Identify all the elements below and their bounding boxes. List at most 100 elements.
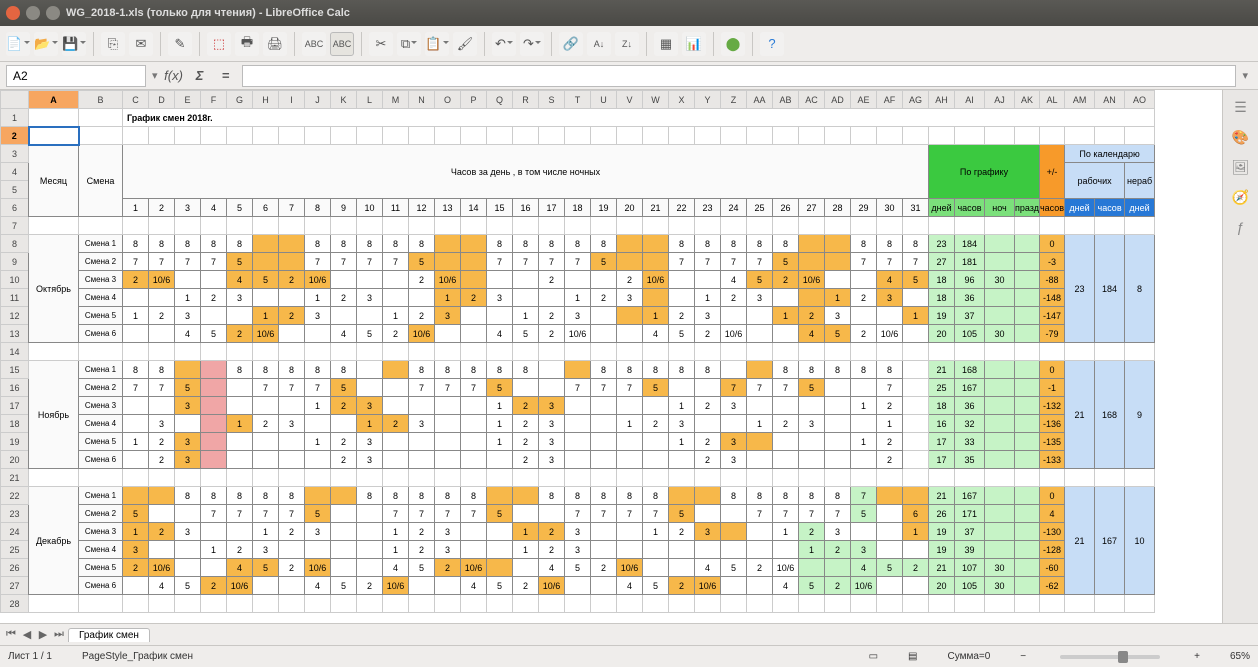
status-zoom: 65%	[1230, 651, 1250, 662]
sidebar-properties-icon[interactable]: ☰	[1230, 96, 1252, 118]
col-header[interactable]: U	[591, 91, 617, 109]
email-button[interactable]: ✉	[129, 32, 153, 56]
cell-reference-input[interactable]	[6, 65, 146, 87]
col-header[interactable]: F	[201, 91, 227, 109]
col-header[interactable]: AN	[1095, 91, 1125, 109]
insert-mode-icon[interactable]: ▭	[869, 651, 878, 662]
print-preview-button[interactable]: 🖶	[235, 32, 259, 56]
new-doc-button[interactable]: 📄	[6, 32, 30, 56]
tab-last-icon[interactable]: ⏭	[52, 628, 66, 641]
col-header[interactable]: A	[29, 91, 79, 109]
sidebar-gallery-icon[interactable]: 🖼	[1230, 156, 1252, 178]
window-close-icon[interactable]	[6, 6, 20, 20]
cell-reference-dropdown[interactable]: ▾	[152, 69, 158, 82]
zoom-in-icon[interactable]: +	[1194, 651, 1200, 662]
tab-next-icon[interactable]: ▶	[36, 628, 50, 641]
sidebar: ☰ 🎨 🖼 🧭 ƒ	[1222, 90, 1258, 623]
cut-button[interactable]: ✂	[369, 32, 393, 56]
col-header[interactable]: Q	[487, 91, 513, 109]
col-header[interactable]: AK	[1015, 91, 1040, 109]
zoom-slider[interactable]	[1060, 655, 1160, 659]
chart-button[interactable]: 📊	[682, 32, 706, 56]
zoom-out-icon[interactable]: −	[1020, 651, 1026, 662]
open-button[interactable]: 📂	[34, 32, 58, 56]
col-header[interactable]: T	[565, 91, 591, 109]
main-toolbar: 📄 📂 💾 ⎘ ✉ ✎ ⬚ 🖶 🖨 ABC ABC ✂ ⧉ 📋 🖌 ↶ ↷ 🔗 …	[0, 26, 1258, 62]
formula-input[interactable]	[242, 65, 1237, 87]
window-title: WG_2018-1.xls (только для чтения) - Libr…	[66, 7, 350, 19]
help-button[interactable]: ?	[760, 32, 784, 56]
function-wizard-icon[interactable]: f(x)	[164, 66, 184, 86]
sum-icon[interactable]: Σ	[190, 66, 210, 86]
col-header[interactable]: AJ	[985, 91, 1015, 109]
col-header[interactable]: AA	[747, 91, 773, 109]
col-header[interactable]: AG	[903, 91, 929, 109]
col-header[interactable]: S	[539, 91, 565, 109]
col-header[interactable]: K	[331, 91, 357, 109]
spellcheck-button[interactable]: ABC	[302, 32, 326, 56]
window-minimize-icon[interactable]	[26, 6, 40, 20]
col-header[interactable]: L	[357, 91, 383, 109]
col-header[interactable]: O	[435, 91, 461, 109]
tab-first-icon[interactable]: ⏮	[4, 628, 18, 641]
col-header[interactable]: AI	[955, 91, 985, 109]
col-header[interactable]: AD	[825, 91, 851, 109]
col-header[interactable]: I	[279, 91, 305, 109]
window-titlebar: WG_2018-1.xls (только для чтения) - Libr…	[0, 0, 1258, 26]
col-header[interactable]: AF	[877, 91, 903, 109]
col-header[interactable]: AC	[799, 91, 825, 109]
paste-button[interactable]: 📋	[425, 32, 449, 56]
col-header[interactable]: C	[123, 91, 149, 109]
col-header[interactable]: Z	[721, 91, 747, 109]
col-header[interactable]: X	[669, 91, 695, 109]
format-paint-button[interactable]: 🖌	[453, 32, 477, 56]
sort-asc-button[interactable]: A↓	[587, 32, 611, 56]
selection-mode-icon[interactable]: ▤	[908, 651, 917, 662]
copy-button[interactable]: ⧉	[397, 32, 421, 56]
sidebar-functions-icon[interactable]: ƒ	[1230, 216, 1252, 238]
col-header[interactable]: Y	[695, 91, 721, 109]
col-header[interactable]: R	[513, 91, 539, 109]
sort-desc-button[interactable]: Z↓	[615, 32, 639, 56]
col-header[interactable]: V	[617, 91, 643, 109]
col-header[interactable]: W	[643, 91, 669, 109]
function-icon[interactable]: =	[216, 66, 236, 86]
pdf-button[interactable]: ⬚	[207, 32, 231, 56]
redo-button[interactable]: ↷	[520, 32, 544, 56]
export-pdf-button[interactable]: ⎘	[101, 32, 125, 56]
sheet-tabs: ⏮ ◀ ▶ ⏭ График смен	[0, 623, 1258, 645]
spreadsheet-area[interactable]: ABCDEFGHIJKLMNOPQRSTUVWXYZAAABACADAEAFAG…	[0, 90, 1222, 623]
undo-button[interactable]: ↶	[492, 32, 516, 56]
col-header[interactable]: AM	[1065, 91, 1095, 109]
col-header[interactable]: AB	[773, 91, 799, 109]
edit-mode-button[interactable]: ✎	[168, 32, 192, 56]
window-maximize-icon[interactable]	[46, 6, 60, 20]
print-button[interactable]: 🖨	[263, 32, 287, 56]
col-header[interactable]: M	[383, 91, 409, 109]
col-header[interactable]: AL	[1039, 91, 1064, 109]
col-header[interactable]: AO	[1125, 91, 1155, 109]
formula-bar: ▾ f(x) Σ = ▾	[0, 62, 1258, 90]
col-header[interactable]: D	[149, 91, 175, 109]
auto-spell-button[interactable]: ABC	[330, 32, 354, 56]
hyperlink-button[interactable]: 🔗	[559, 32, 583, 56]
col-header[interactable]: P	[461, 91, 487, 109]
col-header[interactable]: AE	[851, 91, 877, 109]
autofilter-button[interactable]: ▦	[654, 32, 678, 56]
status-sheet: Лист 1 / 1	[8, 651, 52, 662]
col-header[interactable]: AH	[929, 91, 955, 109]
sheet-tab-active[interactable]: График смен	[68, 628, 150, 642]
tab-prev-icon[interactable]: ◀	[20, 628, 34, 641]
extensions-button[interactable]: ⬤	[721, 32, 745, 56]
formula-expand-icon[interactable]: ▾	[1242, 69, 1248, 82]
col-header[interactable]: N	[409, 91, 435, 109]
col-header[interactable]: J	[305, 91, 331, 109]
col-header[interactable]: H	[253, 91, 279, 109]
save-button[interactable]: 💾	[62, 32, 86, 56]
status-bar: Лист 1 / 1 PageStyle_График смен ▭ ▤ Сум…	[0, 645, 1258, 667]
sidebar-styles-icon[interactable]: 🎨	[1230, 126, 1252, 148]
col-header[interactable]: G	[227, 91, 253, 109]
col-header[interactable]: B	[79, 91, 123, 109]
sidebar-navigator-icon[interactable]: 🧭	[1230, 186, 1252, 208]
col-header[interactable]: E	[175, 91, 201, 109]
